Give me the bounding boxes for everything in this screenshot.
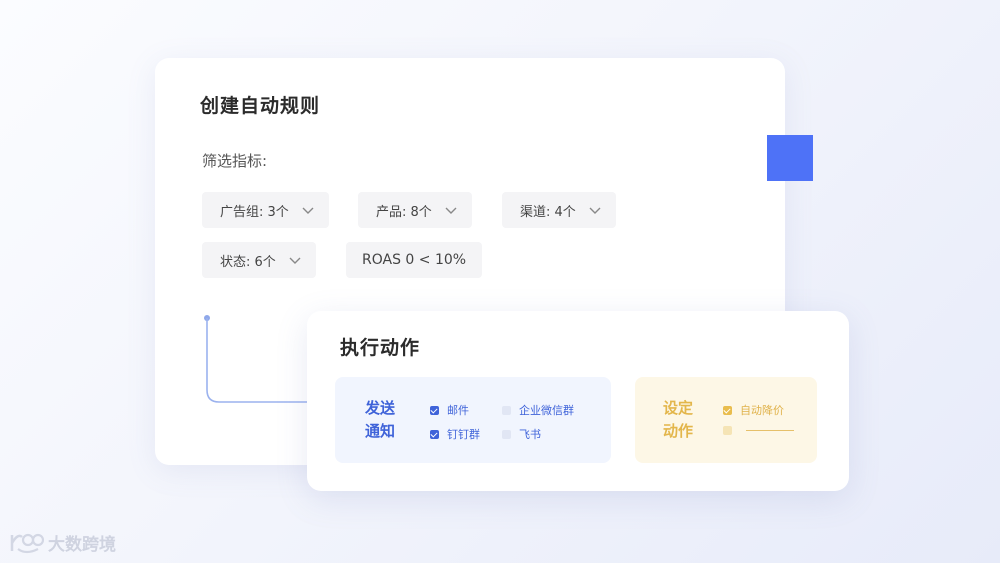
option-dingtalk-group[interactable]: 钉钉群 <box>430 426 480 442</box>
option-label: 自动降价 <box>740 404 784 417</box>
filter-metrics-label: 筛选指标: <box>202 152 268 170</box>
watermark-logo: 大数跨境 <box>8 530 116 555</box>
checkbox-unchecked-icon <box>502 429 511 439</box>
chip-channel[interactable]: 渠道: 4个 <box>502 192 616 228</box>
chevron-down-icon <box>301 203 315 217</box>
send-notification-panel: 发送通知 邮件 企业微信群 钉钉群 飞书 <box>335 377 611 463</box>
watermark-text: 大数跨境 <box>48 535 116 555</box>
option-email[interactable]: 邮件 <box>430 402 469 418</box>
set-action-panel: 设定动作 自动降价 <box>635 377 817 463</box>
option-wecom-group[interactable]: 企业微信群 <box>502 402 574 418</box>
checkbox-checked-icon <box>430 405 439 415</box>
option-label: 企业微信群 <box>519 404 574 417</box>
checkbox-checked-icon <box>723 405 732 415</box>
send-notification-label: 发送通知 <box>365 399 396 440</box>
option-placeholder[interactable] <box>723 426 794 435</box>
rule-card-title: 创建自动规则 <box>200 95 321 117</box>
placeholder-line <box>746 430 794 431</box>
option-label: 钉钉群 <box>447 428 480 441</box>
checkbox-checked-icon <box>430 429 439 439</box>
decorative-blue-square <box>767 135 813 181</box>
chevron-down-icon <box>588 203 602 217</box>
chip-label: ROAS 0 < 10% <box>362 252 467 268</box>
checkbox-unchecked-icon <box>723 426 732 435</box>
execute-action-card: 执行动作 发送通知 邮件 企业微信群 钉钉群 飞书 设定动作 自动降价 <box>307 311 849 491</box>
checkbox-unchecked-icon <box>502 405 511 415</box>
chip-label: 产品: 8个 <box>376 204 432 220</box>
chip-label: 广告组: 3个 <box>220 204 289 220</box>
option-feishu[interactable]: 飞书 <box>502 426 541 442</box>
chip-label: 状态: 6个 <box>220 254 276 270</box>
set-action-label: 设定动作 <box>663 399 694 440</box>
option-label: 飞书 <box>519 428 541 441</box>
chip-product[interactable]: 产品: 8个 <box>358 192 472 228</box>
chevron-down-icon <box>288 253 302 267</box>
chip-label: 渠道: 4个 <box>520 204 576 220</box>
action-card-title: 执行动作 <box>340 337 421 359</box>
option-label: 邮件 <box>447 404 469 417</box>
chip-roas[interactable]: ROAS 0 < 10% <box>346 242 483 278</box>
option-auto-price-drop[interactable]: 自动降价 <box>723 402 784 418</box>
brand-logo-icon <box>10 533 44 553</box>
chevron-down-icon <box>444 203 458 217</box>
chip-ad-group[interactable]: 广告组: 3个 <box>202 192 329 228</box>
chip-status[interactable]: 状态: 6个 <box>202 242 316 278</box>
